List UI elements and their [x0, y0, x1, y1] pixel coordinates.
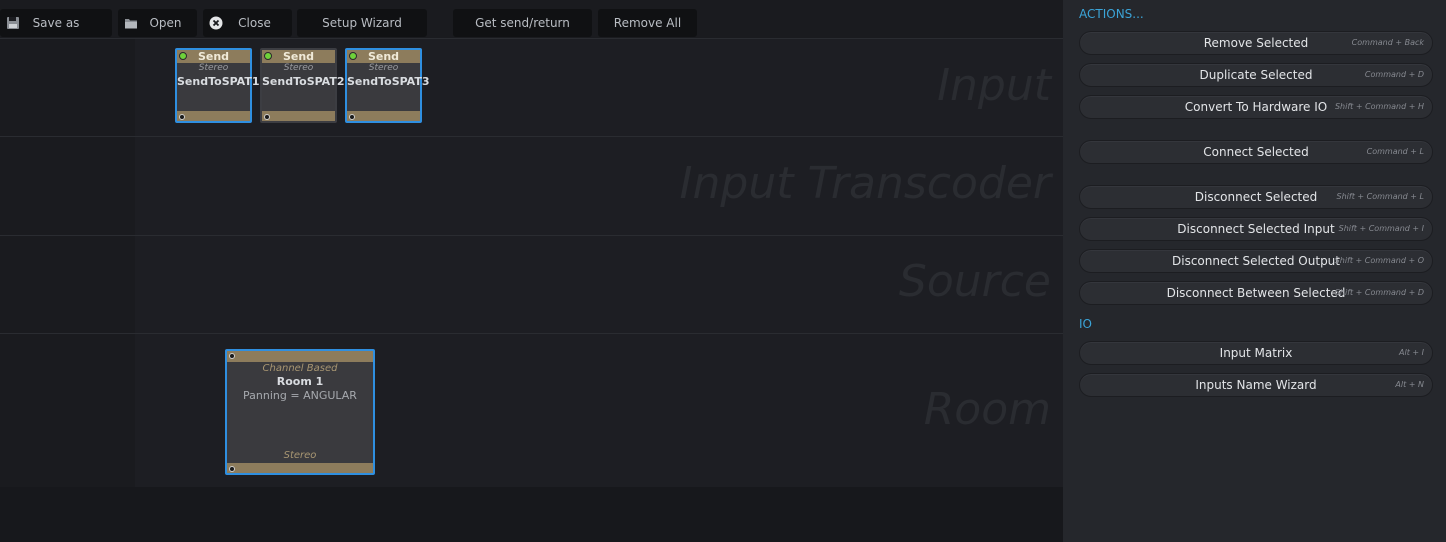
room-node-type: Channel Based [262, 363, 338, 374]
action-shortcut: Command + L [1366, 147, 1424, 156]
action-shortcut: Shift + Command + L [1336, 192, 1424, 201]
input-matrix-button[interactable]: Input Matrix Alt + I [1079, 341, 1433, 365]
io-section-title: IO [1079, 317, 1092, 331]
setup-wizard-label: Setup Wizard [322, 16, 402, 30]
action-shortcut: Alt + N [1395, 380, 1424, 389]
send-node-name: SendToSPAT2 [262, 75, 345, 88]
active-led-icon [264, 52, 272, 60]
action-shortcut: Shift + Command + H [1334, 102, 1424, 111]
active-led-icon [179, 52, 187, 60]
lane-label-room: Room [923, 384, 1051, 435]
action-label: Input Matrix [1219, 346, 1293, 360]
send-node-format: Stereo [198, 63, 229, 73]
action-shortcut: Command + Back [1351, 38, 1424, 47]
action-shortcut: Shift + Command + O [1334, 256, 1424, 265]
save-as-label: Save as [32, 16, 80, 30]
open-button[interactable]: Open [118, 9, 197, 37]
toolbar: Save as Open Close Setup Wizard Get send… [0, 0, 1063, 38]
convert-to-hardware-io-button[interactable]: Convert To Hardware IO Shift + Command +… [1079, 95, 1433, 119]
output-port-icon[interactable] [264, 114, 270, 120]
action-shortcut: Command + D [1364, 70, 1424, 79]
room-node[interactable]: Channel Based Room 1 Panning = ANGULAR S… [225, 349, 375, 475]
lane-label-input: Input [937, 60, 1051, 111]
active-led-icon [349, 52, 357, 60]
action-shortcut: Alt + I [1399, 348, 1424, 357]
get-send-return-label: Get send/return [475, 16, 570, 30]
actions-panel: ACTIONS... Remove Selected Command + Bac… [1063, 0, 1446, 542]
send-node-name: SendToSPAT3 [347, 75, 430, 88]
send-node-footer [347, 111, 420, 121]
lane-divider [0, 136, 1063, 137]
action-shortcut: Shift + Command + D [1334, 288, 1424, 297]
lane-divider [0, 235, 1063, 236]
send-node-format: Stereo [368, 63, 399, 73]
close-label: Close [238, 16, 271, 30]
left-margin-strip [0, 38, 135, 487]
room-node-footer [227, 463, 373, 473]
send-node[interactable]: Send Stereo SendToSPAT1 [175, 48, 260, 123]
lane-divider [0, 333, 1063, 334]
output-port-icon[interactable] [229, 466, 235, 472]
remove-all-button[interactable]: Remove All [598, 9, 697, 37]
room-node-name: Room 1 [276, 375, 324, 388]
output-port-icon[interactable] [349, 114, 355, 120]
close-circle-icon [209, 16, 223, 30]
send-node-header: Send [177, 50, 250, 63]
save-as-button[interactable]: Save as [0, 9, 112, 37]
send-node-format: Stereo [283, 63, 314, 73]
send-node-header: Send [347, 50, 420, 63]
send-node[interactable]: Send Stereo SendToSPAT2 [260, 48, 345, 123]
send-node-name: SendToSPAT1 [177, 75, 260, 88]
output-port-icon[interactable] [179, 114, 185, 120]
room-node-header [227, 351, 373, 362]
floppy-disk-icon [7, 17, 19, 29]
connect-selected-button[interactable]: Connect Selected Command + L [1079, 140, 1433, 164]
disconnect-selected-button[interactable]: Disconnect Selected Shift + Command + L [1079, 185, 1433, 209]
send-node[interactable]: Send Stereo SendToSPAT3 [345, 48, 430, 123]
setup-wizard-button[interactable]: Setup Wizard [297, 9, 427, 37]
room-node-format: Stereo [283, 450, 317, 461]
send-node-header: Send [262, 50, 335, 63]
get-send-return-button[interactable]: Get send/return [453, 9, 592, 37]
room-node-panning: Panning = ANGULAR [243, 389, 357, 402]
disconnect-selected-input-button[interactable]: Disconnect Selected Input Shift + Comman… [1079, 217, 1433, 241]
action-shortcut: Shift + Command + I [1338, 224, 1424, 233]
lane-label-input-transcoder: Input Transcoder [679, 158, 1051, 209]
send-node-footer [177, 111, 250, 121]
close-button[interactable]: Close [203, 9, 292, 37]
duplicate-selected-button[interactable]: Duplicate Selected Command + D [1079, 63, 1433, 87]
input-port-icon[interactable] [229, 353, 235, 359]
lane-label-source: Source [898, 256, 1051, 307]
remove-selected-button[interactable]: Remove Selected Command + Back [1079, 31, 1433, 55]
disconnect-selected-output-button[interactable]: Disconnect Selected Output Shift + Comma… [1079, 249, 1433, 273]
graph-canvas[interactable]: Input Input Transcoder Source Room Send … [0, 38, 1063, 542]
send-node-footer [262, 111, 335, 121]
disconnect-between-selected-button[interactable]: Disconnect Between Selected Shift + Comm… [1079, 281, 1433, 305]
open-label: Open [149, 16, 182, 30]
folder-icon [125, 19, 137, 29]
inputs-name-wizard-button[interactable]: Inputs Name Wizard Alt + N [1079, 373, 1433, 397]
remove-all-label: Remove All [613, 16, 682, 30]
lane-divider [0, 38, 1063, 39]
actions-section-title: ACTIONS... [1079, 7, 1144, 21]
action-label: Inputs Name Wizard [1195, 378, 1317, 392]
